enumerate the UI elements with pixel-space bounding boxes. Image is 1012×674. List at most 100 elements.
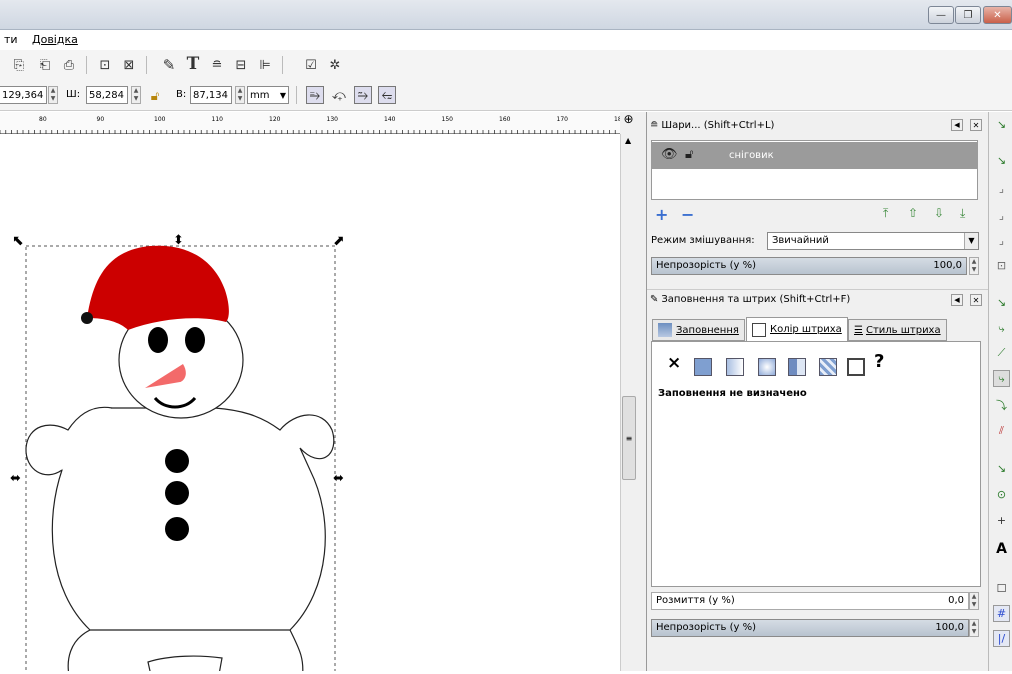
blur-spin[interactable]: ▲ ▼ bbox=[969, 592, 979, 610]
tab-stroke-style[interactable]: ☰ Стиль штриха bbox=[848, 319, 947, 341]
move-gradients-icon[interactable]: ⥲ bbox=[354, 86, 372, 104]
scroll-thumb[interactable]: ≡ bbox=[622, 396, 636, 480]
zoom-selection-icon[interactable]: ⊡ bbox=[96, 56, 114, 74]
ruler-label: 110 bbox=[212, 116, 224, 123]
scale-handle-ne[interactable]: ⬈ bbox=[333, 233, 345, 249]
snap-others-icon[interactable]: ↘ bbox=[993, 460, 1010, 477]
snap-nodes-icon[interactable]: ↘ bbox=[993, 294, 1010, 311]
snap-cusp-icon[interactable]: ⤷ bbox=[993, 370, 1010, 387]
restore-button[interactable]: ❐ bbox=[955, 6, 981, 24]
lower-to-bottom-icon[interactable]: ⤓ bbox=[960, 206, 965, 221]
snap-bbox-center-icon[interactable]: ⊡ bbox=[993, 257, 1010, 274]
zoom-drawing-icon[interactable]: ⊠ bbox=[120, 56, 138, 74]
layer-row[interactable]: 👁︎ 🔓︎ сніговик bbox=[651, 142, 978, 169]
snowman-hat[interactable] bbox=[88, 245, 229, 330]
scale-stroke-icon[interactable]: ⥱ bbox=[306, 86, 324, 104]
snap-midpoint-icon[interactable]: ⫽ bbox=[993, 422, 1010, 439]
unit-select[interactable]: mm ▼ bbox=[247, 86, 289, 104]
snap-text-baseline-icon[interactable]: A bbox=[993, 540, 1010, 557]
lock-ratio-icon[interactable]: 🔓︎ bbox=[146, 87, 164, 105]
snap-enable-icon[interactable]: ↘ bbox=[993, 116, 1010, 133]
layer-name[interactable]: сніговик bbox=[729, 150, 774, 161]
panel-collapse-icon[interactable]: ◀ bbox=[951, 293, 963, 306]
flat-color-icon[interactable] bbox=[694, 358, 712, 376]
paste-icon[interactable]: ⎘ bbox=[10, 56, 28, 74]
blend-mode-select[interactable]: Звичайний ▼ bbox=[767, 232, 979, 250]
blur-field[interactable]: Розмиття (у %) 0,0 bbox=[651, 592, 969, 610]
zoom-fit-icon[interactable]: ⊕ bbox=[620, 112, 637, 134]
scale-handle-n[interactable]: ⬍ bbox=[173, 233, 184, 248]
paste-size-icon[interactable]: ⎙ bbox=[60, 56, 78, 74]
object-opacity-spin[interactable]: ▲ ▼ bbox=[969, 619, 979, 637]
swatch-icon[interactable] bbox=[847, 358, 865, 376]
object-opacity-slider[interactable]: Непрозорість (у %) 100,0 bbox=[651, 619, 969, 637]
x-spin-arrows[interactable]: ▲ ▼ bbox=[48, 86, 58, 104]
snap-intersection-icon[interactable]: ⟋ bbox=[993, 344, 1010, 361]
pattern-icon[interactable] bbox=[819, 358, 837, 376]
tab-stroke-paint[interactable]: Колір штриха bbox=[746, 317, 848, 341]
radial-gradient-icon[interactable] bbox=[758, 358, 776, 376]
lock-icon[interactable]: 🔓︎ bbox=[685, 147, 693, 162]
snap-grid-icon[interactable]: # bbox=[993, 605, 1010, 622]
layer-opacity-label: Непрозорість (у %) bbox=[656, 260, 757, 271]
close-button[interactable]: ✕ bbox=[983, 6, 1012, 24]
document-properties-icon[interactable]: ☑ bbox=[302, 56, 320, 74]
tool-controls-bar: 129,364 ▲ ▼ Ш: 58,284 ▲ ▼ 🔓︎ В: 87,134 ▲ ▼ … bbox=[0, 80, 1012, 111]
scale-handle-w[interactable]: ⬌ bbox=[10, 471, 21, 486]
lower-layer-icon[interactable]: ⇩ bbox=[934, 206, 944, 220]
panel-collapse-icon[interactable]: ◀ bbox=[951, 119, 963, 131]
remove-layer-icon[interactable]: − bbox=[681, 205, 694, 224]
tab-fill[interactable]: Заповнення bbox=[652, 319, 745, 341]
unset-paint-button[interactable]: ? bbox=[874, 351, 884, 372]
raise-to-top-icon[interactable]: ⤒ bbox=[883, 206, 888, 221]
snap-center-icon[interactable]: ⊙ bbox=[993, 486, 1010, 503]
snap-bbox-midpoint-icon[interactable]: ⌟ bbox=[993, 232, 1010, 249]
canvas-vertical-scrollbar[interactable]: ▲ ≡ bbox=[620, 134, 637, 671]
menu-item-help[interactable]: Довідка bbox=[32, 33, 78, 46]
snap-bbox-icon[interactable]: ↘ bbox=[993, 152, 1010, 169]
panel-close-icon[interactable]: ✕ bbox=[970, 119, 982, 131]
snap-bbox-corner-icon[interactable]: ⌟ bbox=[993, 207, 1010, 224]
dock-divider[interactable] bbox=[637, 112, 647, 671]
snap-rotation-center-icon[interactable]: + bbox=[993, 512, 1010, 529]
scroll-up-icon[interactable]: ▲ bbox=[625, 136, 631, 145]
snap-path-icon[interactable]: ⤷ bbox=[993, 320, 1010, 337]
scale-handle-nw[interactable]: ⬉ bbox=[12, 233, 24, 249]
mesh-gradient-icon[interactable] bbox=[788, 358, 806, 376]
no-paint-button[interactable]: × bbox=[667, 353, 681, 373]
menu-item-partial[interactable]: ти bbox=[4, 33, 18, 46]
eye-icon[interactable]: 👁︎ bbox=[661, 147, 678, 162]
panel-close-icon[interactable]: ✕ bbox=[970, 293, 982, 306]
height-spin-arrows[interactable]: ▲ ▼ bbox=[235, 86, 245, 104]
height-field[interactable]: 87,134 bbox=[190, 86, 232, 104]
scale-handle-e[interactable]: ⬌ bbox=[333, 471, 344, 486]
paste-in-place-icon[interactable]: ⎗ bbox=[36, 56, 54, 74]
snap-smooth-icon[interactable]: ⤵ bbox=[993, 396, 1010, 413]
move-patterns-icon[interactable]: ⥳ bbox=[378, 86, 396, 104]
minimize-button[interactable]: — bbox=[928, 6, 954, 24]
fill-stroke-icon[interactable]: ✎ bbox=[160, 56, 178, 74]
width-field[interactable]: 58,284 bbox=[86, 86, 128, 104]
layers-icon: ≘ bbox=[650, 119, 659, 131]
linear-gradient-icon[interactable] bbox=[726, 358, 744, 376]
add-layer-icon[interactable]: + bbox=[655, 205, 668, 224]
align-distribute-icon[interactable]: ⊫ bbox=[256, 56, 274, 74]
scale-corners-icon[interactable]: ⤽ bbox=[330, 86, 348, 104]
snowman-body[interactable] bbox=[51, 407, 335, 631]
layer-opacity-slider[interactable]: Непрозорість (у %) 100,0 bbox=[651, 257, 967, 275]
xml-editor-icon[interactable]: ⊟ bbox=[232, 56, 250, 74]
snap-page-border-icon[interactable]: ☐ bbox=[993, 580, 1010, 597]
layer-opacity-spin[interactable]: ▲ ▼ bbox=[969, 257, 979, 275]
close-icon: ✕ bbox=[993, 9, 1002, 21]
snap-guide-icon[interactable]: |/ bbox=[993, 630, 1010, 647]
snap-bbox-edge-icon[interactable]: ⌟ bbox=[993, 180, 1010, 197]
snowman-drawing[interactable]: ⬉ ⬍ ⬈ ⬌ ⬌ bbox=[0, 134, 620, 674]
x-field[interactable]: 129,364 bbox=[0, 86, 47, 104]
preferences-icon[interactable]: ✲ bbox=[326, 56, 344, 74]
width-spin-arrows[interactable]: ▲ ▼ bbox=[131, 86, 141, 104]
snowman-left-eye bbox=[148, 327, 168, 353]
drawing-canvas[interactable]: ⬉ ⬍ ⬈ ⬌ ⬌ bbox=[0, 134, 620, 674]
layers-icon[interactable]: ≘ bbox=[208, 56, 226, 74]
raise-layer-icon[interactable]: ⇧ bbox=[908, 206, 918, 220]
text-font-icon[interactable]: T bbox=[184, 54, 202, 74]
